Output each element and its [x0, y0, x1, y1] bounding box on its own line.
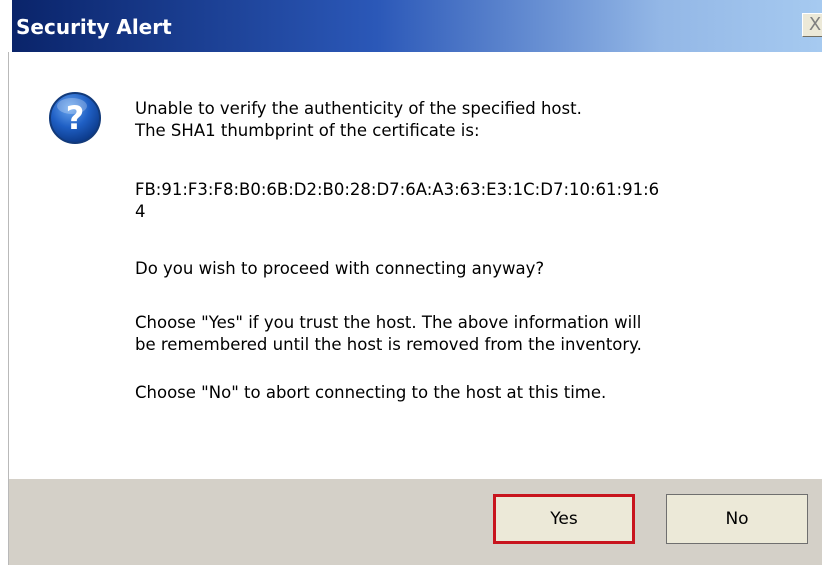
message-line-2: The SHA1 thumbprint of the certificate i…: [135, 121, 480, 140]
title-bar[interactable]: Security Alert X: [12, 0, 822, 52]
yes-button[interactable]: Yes: [493, 494, 635, 544]
no-button[interactable]: No: [666, 494, 808, 544]
yes-hint-line-1: Choose "Yes" if you trust the host. The …: [135, 313, 642, 332]
thumbprint-line-1: FB:91:F3:F8:B0:6B:D2:B0:28:D7:6A:A3:63:E…: [135, 180, 660, 199]
question-text: Do you wish to proceed with connecting a…: [135, 259, 545, 278]
question-icon: ?: [49, 92, 101, 144]
thumbprint-line-2: 4: [135, 202, 146, 221]
close-icon: X: [808, 14, 822, 35]
message-line-1: Unable to verify the authenticity of the…: [135, 99, 582, 118]
window-title: Security Alert: [16, 15, 172, 39]
yes-hint-line-2: be remembered until the host is removed …: [135, 335, 642, 354]
security-alert-dialog: Security Alert X ? Unable to verify the …: [0, 0, 822, 565]
no-hint-text: Choose "No" to abort connecting to the h…: [135, 383, 607, 402]
close-button[interactable]: X: [802, 13, 822, 37]
svg-text:?: ?: [66, 99, 85, 137]
